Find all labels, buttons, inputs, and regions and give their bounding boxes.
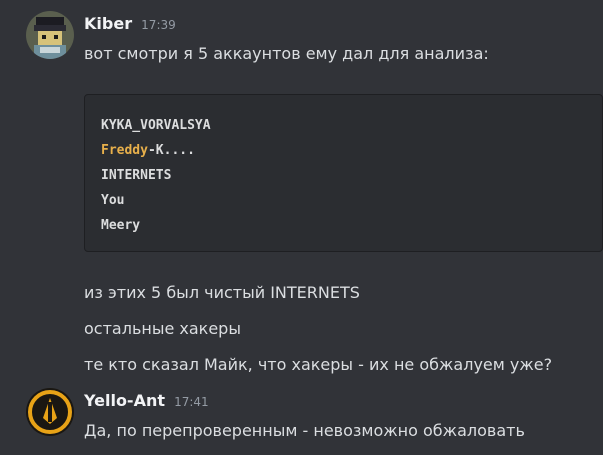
code-block: KYKA_VORVALSYA Freddy-K.... INTERNETS Yo… bbox=[84, 94, 603, 252]
message-text: остальные хакеры bbox=[84, 319, 241, 338]
message-text: Да, по перепроверенным - невозможно обжа… bbox=[84, 421, 525, 440]
timestamp: 17:41 bbox=[174, 395, 209, 409]
message-text: вот смотри я 5 аккаунтов ему дал для ана… bbox=[84, 44, 489, 63]
code-line: Freddy-K.... bbox=[101, 143, 195, 158]
timestamp: 17:39 bbox=[141, 18, 176, 32]
message-header: Kiber 17:39 bbox=[84, 14, 176, 33]
code-line: KYKA_VORVALSYA bbox=[101, 118, 211, 133]
code-line: Meery bbox=[101, 218, 141, 233]
avatar[interactable] bbox=[26, 11, 74, 59]
avatar[interactable] bbox=[26, 388, 74, 436]
message-text: те кто сказал Майк, что хакеры - их не о… bbox=[84, 355, 553, 374]
username[interactable]: Kiber bbox=[84, 14, 132, 33]
pixel-character-avatar-icon bbox=[26, 11, 74, 59]
message-text: из этих 5 был чистый INTERNETS bbox=[84, 283, 360, 302]
username[interactable]: Yello-Ant bbox=[84, 391, 165, 410]
vault-symbol-avatar-icon bbox=[26, 388, 74, 436]
code-line: You bbox=[101, 193, 125, 208]
code-line: INTERNETS bbox=[101, 168, 172, 183]
message-header: Yello-Ant 17:41 bbox=[84, 391, 209, 410]
